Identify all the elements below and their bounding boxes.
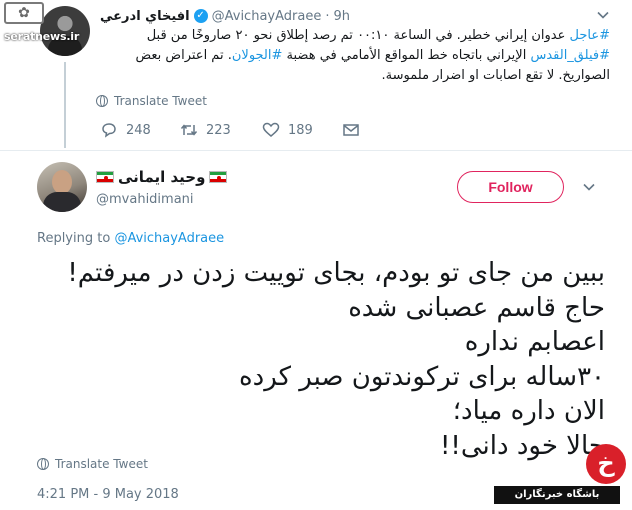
hashtag-link[interactable]: #الجولان: [232, 48, 283, 63]
retweet-count: 223: [206, 122, 231, 138]
like-action[interactable]: 189: [262, 122, 342, 138]
text-segment: الإيراني باتجاه خط المواقع الأمامي في هض…: [282, 48, 531, 63]
reply-avatar[interactable]: [37, 162, 87, 212]
reply-handle[interactable]: @mvahidimani: [96, 192, 194, 207]
like-count: 189: [288, 122, 313, 138]
iran-flag-icon: [96, 171, 114, 183]
tweet-divider: [0, 150, 632, 151]
reply-text-line: اعصابم نداره: [464, 327, 605, 357]
text-segment: الصواريخ. لا تقع اصابات او اضرار ملموسة.: [381, 68, 610, 83]
logo-glyph: خ: [597, 449, 615, 477]
reply-tweet-text: ببین من جای تو بودم، بجای توییت زدن در م…: [37, 256, 605, 463]
parent-text-line: #عاجل عدوان إيراني خطير. في الساعة ٠٠:١٠…: [100, 26, 610, 46]
iran-flag-icon: [209, 171, 228, 183]
reply-display-name-row[interactable]: وحید ایمانی: [96, 168, 228, 186]
reply-count: 248: [126, 122, 151, 138]
parent-text-line: #فيلق_القدس الإيراني باتجاه خط المواقع ا…: [100, 46, 610, 66]
parent-handle[interactable]: @AvichayAdraee: [212, 9, 322, 24]
parent-tweet: ✿ seratnews.ir افيخاي ادرعي ✓ @AvichayAd…: [0, 0, 632, 150]
follow-button[interactable]: Follow: [457, 171, 564, 203]
direct-message-action[interactable]: [342, 122, 360, 138]
retweet-icon: [180, 124, 198, 136]
watermark-text: seratnews.ir: [4, 30, 80, 43]
watermark-logo: ✿: [4, 2, 44, 24]
reply-text-line: ببین من جای تو بودم، بجای توییت زدن در م…: [67, 258, 605, 288]
chevron-down-icon[interactable]: [596, 8, 610, 22]
tweet-timestamp[interactable]: 4:21 PM - 9 May 2018: [37, 487, 179, 502]
parent-header: افيخاي ادرعي ✓ @AvichayAdraee · 9h: [100, 6, 350, 26]
reply-text-line: حاج قاسم عصبانی شده: [348, 292, 605, 323]
envelope-icon: [343, 124, 359, 136]
translate-label: Translate Tweet: [114, 94, 207, 108]
avatar-body: [43, 192, 81, 212]
hashtag-link[interactable]: #فيلق_القدس: [530, 48, 610, 63]
avatar-face: [52, 170, 72, 194]
replying-to-line: Replying to @AvichayAdraee: [37, 231, 224, 246]
translate-label: Translate Tweet: [55, 457, 148, 471]
globe-icon: [96, 95, 108, 107]
reply-icon: [102, 123, 116, 138]
reply-text-line: الان داره میاد؛: [452, 396, 605, 426]
dot-separator: ·: [325, 8, 330, 24]
reply-action[interactable]: 248: [100, 122, 180, 138]
text-segment: عدوان إيراني خطير. في الساعة ٠٠:١٠ تم رص…: [146, 28, 570, 43]
parent-tweet-text: #عاجل عدوان إيراني خطير. في الساعة ٠٠:١٠…: [100, 26, 610, 86]
parent-text-line: الصواريخ. لا تقع اصابات او اضرار ملموسة.: [100, 66, 610, 86]
verified-badge-icon: ✓: [193, 9, 208, 23]
logo-text: باشگاه خبرنگاران: [494, 486, 620, 504]
globe-icon: [37, 458, 49, 470]
parent-time[interactable]: 9h: [333, 9, 350, 24]
reply-display-name: وحید ایمانی: [118, 168, 206, 186]
thread-connector-line: [64, 62, 66, 148]
site-logo: خ باشگاه خبرنگاران: [494, 436, 632, 510]
chevron-down-icon[interactable]: [582, 180, 596, 194]
reply-text-line: ۳۰ساله برای ترکوندتون صبر کرده: [239, 361, 605, 392]
retweet-action[interactable]: 223: [180, 122, 262, 138]
text-segment: . تم اعتراض بعض: [135, 48, 232, 63]
reply-translate-link[interactable]: Translate Tweet: [37, 457, 148, 471]
parent-action-bar: 248 223 189: [100, 122, 360, 138]
replying-prefix: Replying to: [37, 231, 111, 246]
parent-translate-link[interactable]: Translate Tweet: [96, 94, 207, 108]
heart-icon: [262, 122, 280, 137]
replying-to-link[interactable]: @AvichayAdraee: [114, 231, 224, 246]
hashtag-link[interactable]: #عاجل: [570, 28, 611, 43]
parent-display-name[interactable]: افيخاي ادرعي: [100, 9, 190, 24]
